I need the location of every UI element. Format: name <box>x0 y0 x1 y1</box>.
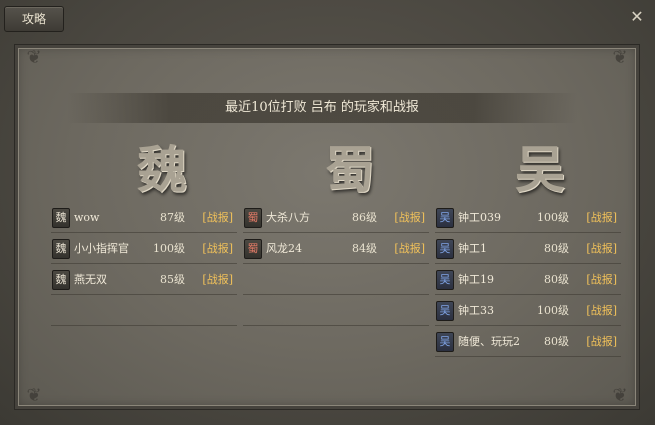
player-level: 100级 <box>153 242 185 255</box>
battle-report-link[interactable]: [战报] <box>586 235 617 263</box>
battle-report-link[interactable]: [战报] <box>394 235 425 263</box>
player-name: 钟工039 <box>458 211 501 224</box>
corner-ornament-icon: ❦ <box>612 47 628 68</box>
player-level: 80级 <box>544 335 569 348</box>
player-name: 钟工33 <box>458 304 494 317</box>
empty-row <box>243 297 429 326</box>
player-name: 大杀八方 <box>266 211 310 224</box>
corner-ornament-icon: ❦ <box>26 47 42 68</box>
list-item: 吴 钟工19 80级 [战报] <box>435 266 621 295</box>
battle-report-link[interactable]: [战报] <box>586 204 617 232</box>
player-list-wu: 吴 钟工039 100级 [战报] 吴 钟工1 80级 [战报] 吴 钟工19 … <box>435 204 621 359</box>
kingdom-heading-shu: 蜀 <box>325 140 375 199</box>
player-name: 小小指挥官 <box>74 242 129 255</box>
kingdom-badge-wei: 魏 <box>52 208 70 228</box>
list-item: 蜀 大杀八方 86级 [战报] <box>243 204 429 233</box>
battle-report-link[interactable]: [战报] <box>202 235 233 263</box>
corner-ornament-icon: ❦ <box>26 385 42 406</box>
player-name: 燕无双 <box>74 273 107 286</box>
list-item: 吴 钟工1 80级 [战报] <box>435 235 621 264</box>
empty-row <box>51 297 237 326</box>
player-list-shu: 蜀 大杀八方 86级 [战报] 蜀 风龙24 84级 [战报] <box>243 204 429 328</box>
player-level: 80级 <box>544 273 569 286</box>
kingdom-badge-wu: 吴 <box>436 239 454 259</box>
empty-row <box>243 266 429 295</box>
battle-report-link[interactable]: [战报] <box>394 204 425 232</box>
list-item: 魏 wow 87级 [战报] <box>51 204 237 233</box>
player-name: 随便、玩玩2 <box>458 335 520 348</box>
list-item: 吴 钟工039 100级 [战报] <box>435 204 621 233</box>
player-name: 风龙24 <box>266 242 302 255</box>
strategy-window: 攻略 ✕ ❦ ❦ ❦ ❦ 最近10位打败 吕布 的玩家和战报 魏 蜀 吴 魏 w… <box>0 0 655 425</box>
list-item: 魏 燕无双 85级 [战报] <box>51 266 237 295</box>
player-level: 85级 <box>160 273 185 286</box>
kingdom-badge-shu: 蜀 <box>244 208 262 228</box>
battle-report-link[interactable]: [战报] <box>586 328 617 356</box>
player-name: 钟工19 <box>458 273 494 286</box>
player-level: 84级 <box>352 242 377 255</box>
corner-ornament-icon: ❦ <box>612 385 628 406</box>
player-list-wei: 魏 wow 87级 [战报] 魏 小小指挥官 100级 [战报] 魏 燕无双 8… <box>51 204 237 328</box>
list-item: 蜀 风龙24 84级 [战报] <box>243 235 429 264</box>
list-item: 吴 随便、玩玩2 80级 [战报] <box>435 328 621 357</box>
battle-report-link[interactable]: [战报] <box>202 204 233 232</box>
player-level: 86级 <box>352 211 377 224</box>
page-title: 最近10位打败 吕布 的玩家和战报 <box>67 93 577 123</box>
player-level: 100级 <box>537 304 569 317</box>
player-name: wow <box>74 211 100 224</box>
kingdom-badge-wu: 吴 <box>436 301 454 321</box>
list-item: 吴 钟工33 100级 [战报] <box>435 297 621 326</box>
kingdom-badge-wu: 吴 <box>436 270 454 290</box>
kingdom-heading-wei: 魏 <box>137 140 187 199</box>
player-level: 80级 <box>544 242 569 255</box>
kingdom-badge-shu: 蜀 <box>244 239 262 259</box>
list-item: 魏 小小指挥官 100级 [战报] <box>51 235 237 264</box>
kingdom-badge-wu: 吴 <box>436 208 454 228</box>
kingdom-badge-wei: 魏 <box>52 239 70 259</box>
content-panel: ❦ ❦ ❦ ❦ 最近10位打败 吕布 的玩家和战报 魏 蜀 吴 魏 wow 87… <box>14 44 640 410</box>
battle-report-link[interactable]: [战报] <box>586 297 617 325</box>
player-level: 87级 <box>160 211 185 224</box>
kingdom-badge-wei: 魏 <box>52 270 70 290</box>
battle-report-link[interactable]: [战报] <box>202 266 233 294</box>
tab-strategy[interactable]: 攻略 <box>4 6 64 32</box>
close-icon[interactable]: ✕ <box>629 9 645 25</box>
kingdom-heading-wu: 吴 <box>515 140 565 199</box>
player-level: 100级 <box>537 211 569 224</box>
kingdom-badge-wu: 吴 <box>436 332 454 352</box>
player-name: 钟工1 <box>458 242 487 255</box>
battle-report-link[interactable]: [战报] <box>586 266 617 294</box>
